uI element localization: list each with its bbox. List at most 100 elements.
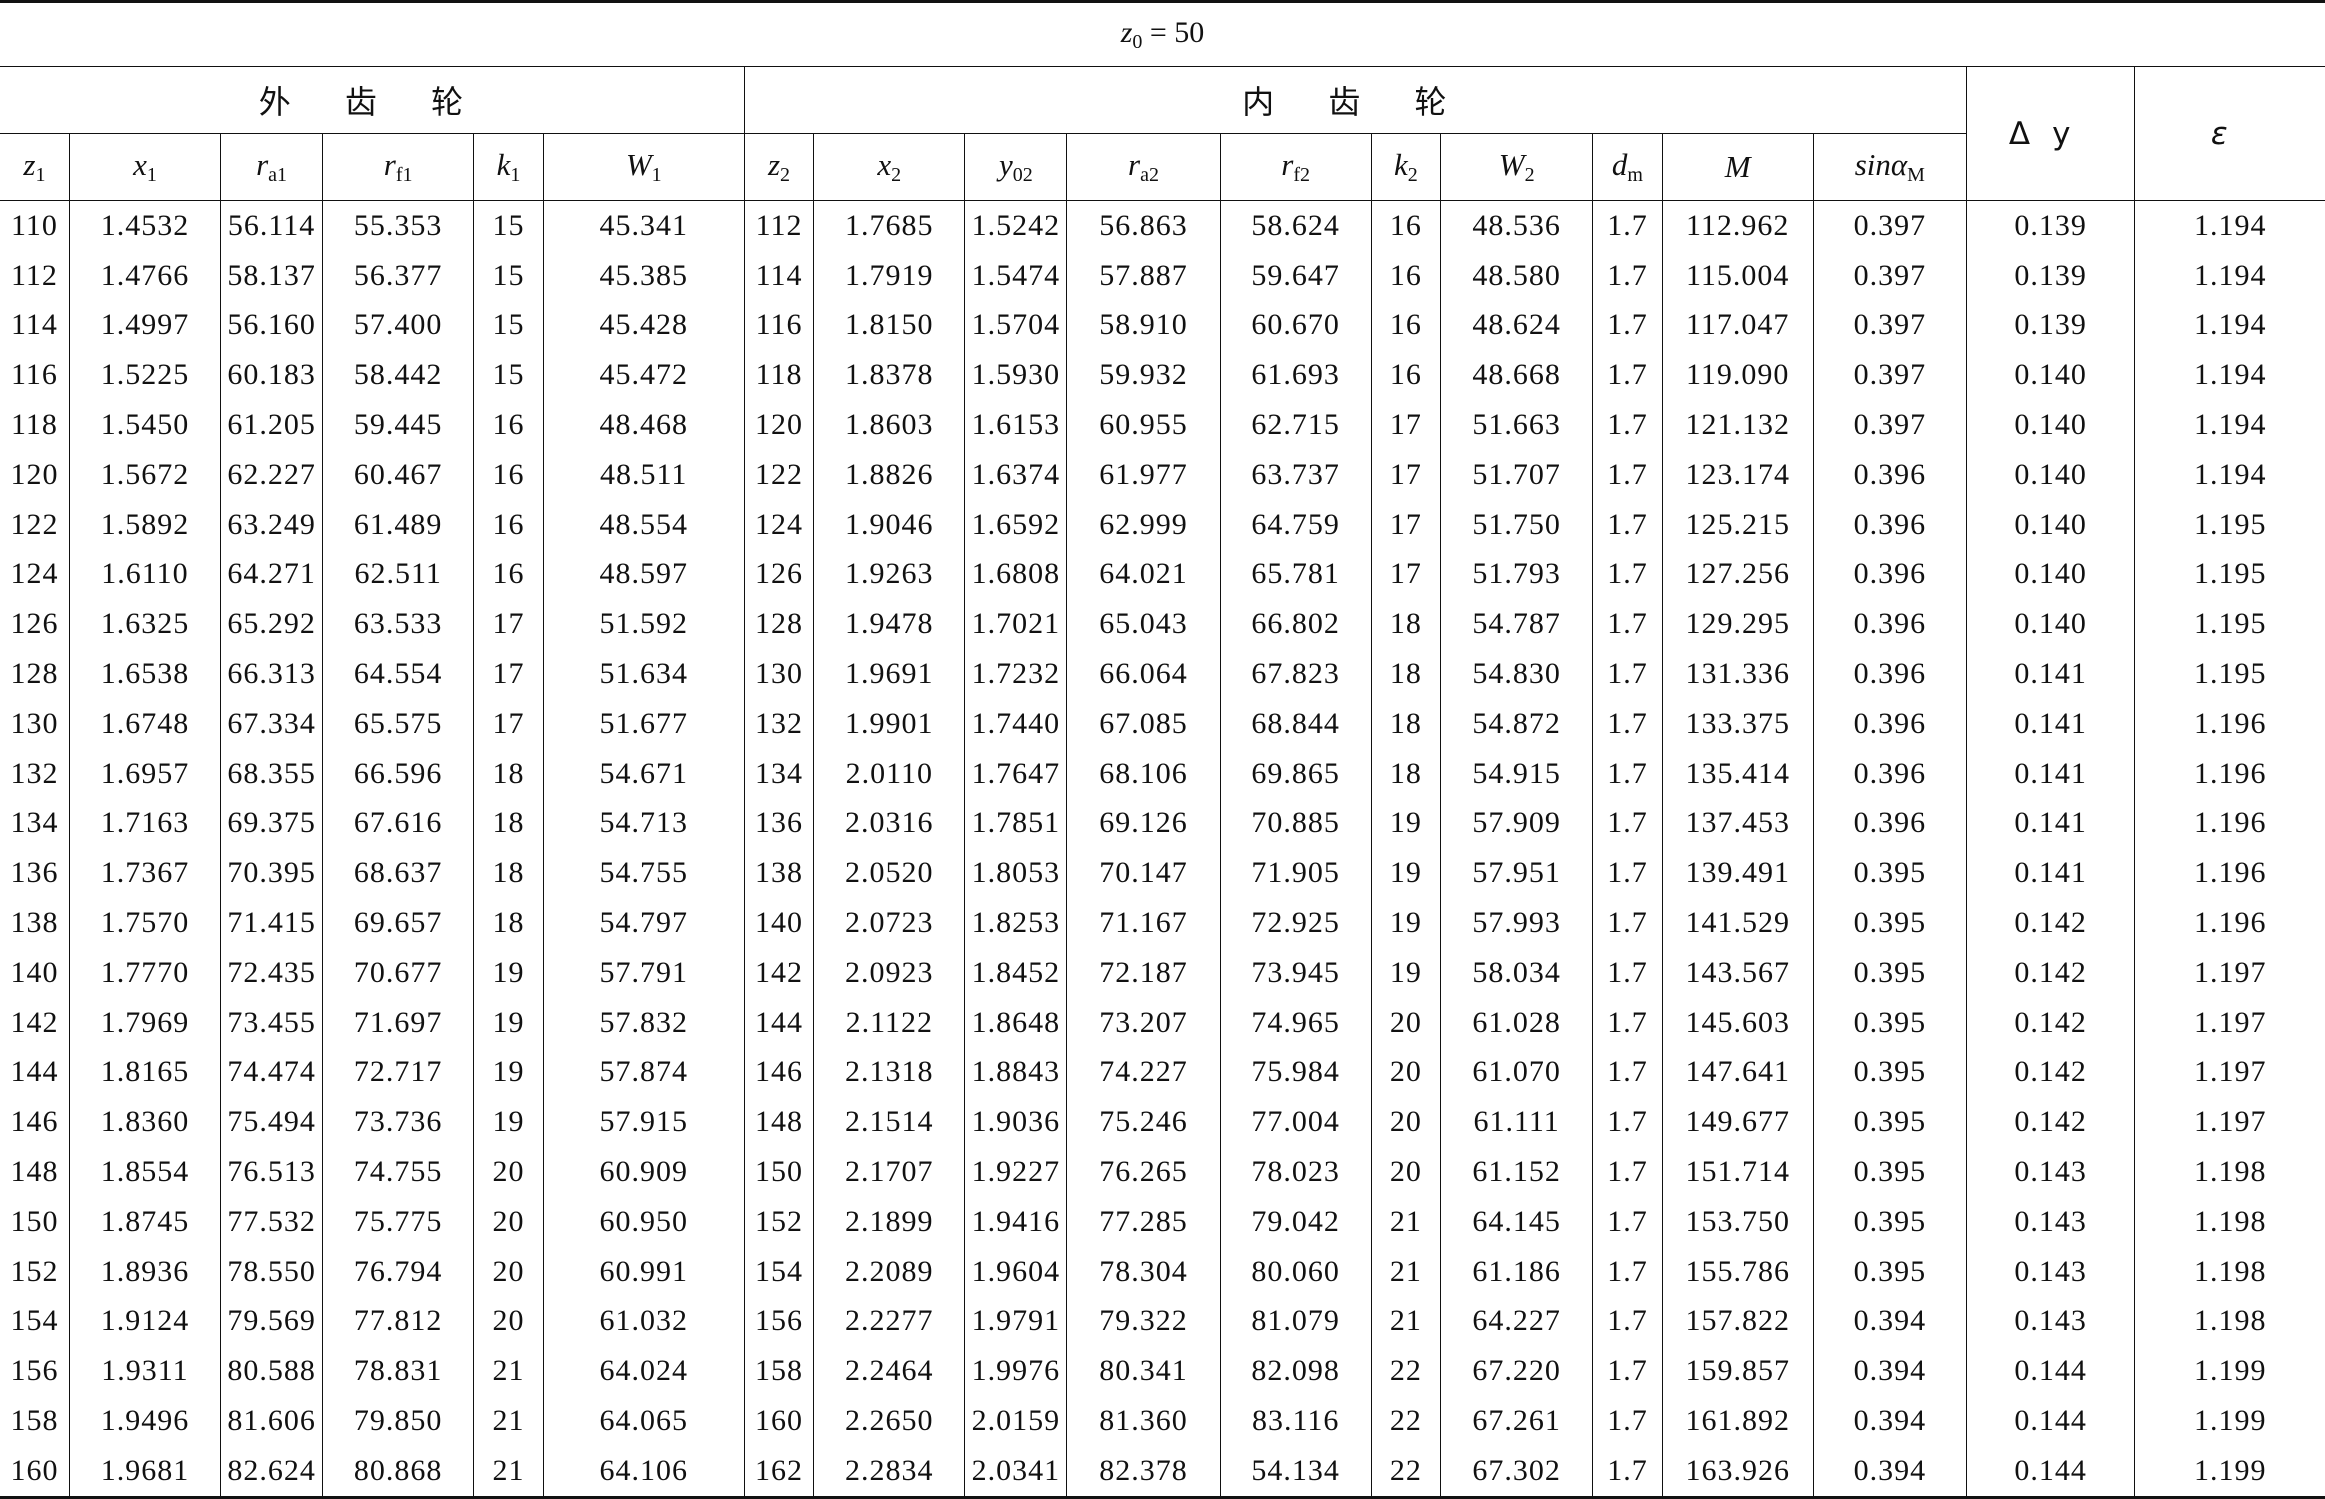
cell-x2: 2.2650 [813, 1396, 966, 1446]
cell-ra1: 79.569 [220, 1296, 324, 1347]
cell-dy: 0.144 [1966, 1396, 2136, 1446]
cell-rf1: 68.637 [322, 848, 475, 899]
cell-y02: 1.8253 [964, 898, 1068, 948]
cell-x2: 2.0520 [813, 848, 966, 899]
cell-rf1: 77.812 [322, 1296, 475, 1347]
cell-dy: 0.140 [1966, 400, 2136, 450]
cell-rf1: 65.575 [322, 698, 475, 749]
cell-rf2: 68.844 [1220, 698, 1372, 749]
cell-dm: 1.7 [1592, 1445, 1663, 1498]
table-title: z0 = 50 [0, 1, 2325, 67]
cell-k1: 16 [473, 449, 544, 500]
cell-dm: 1.7 [1592, 1396, 1663, 1446]
cell-eps: 1.198 [2193, 1204, 2267, 1238]
cell-ra2: 70.147 [1066, 848, 1221, 899]
cell-dm: 1.7 [1592, 1296, 1663, 1347]
cell-z2: 156 [744, 1296, 815, 1347]
col-header-w1: W1 [543, 133, 745, 201]
cell-ra1: 81.606 [220, 1396, 324, 1446]
cell-x2: 2.1122 [813, 997, 966, 1048]
table-row: 134 1.7163 69.375 67.616 18 54.713 136 2.0316 1.… [0, 798, 2325, 849]
table-row: 122 1.5892 63.249 61.489 16 48.554 124 1.9046 1.… [0, 499, 2325, 550]
cell-ra2: 82.378 [1066, 1445, 1221, 1498]
cell-ra2: 66.064 [1066, 649, 1221, 699]
cell-m: 153.750 [1662, 1196, 1814, 1247]
cell-k2: 20 [1371, 1047, 1442, 1098]
cell-rf2: 71.905 [1220, 848, 1372, 899]
cell-z2: 138 [744, 848, 815, 899]
cell-w1: 57.791 [543, 947, 745, 998]
col-header-ra2: ra2 [1066, 133, 1221, 201]
cell-eps: 1.197 [2193, 955, 2267, 989]
cell-k2: 20 [1371, 1147, 1442, 1197]
cell-dy: 0.139 [1966, 200, 2136, 251]
table-row: 124 1.6110 64.271 62.511 16 48.597 126 1.9263 1.… [0, 549, 2325, 600]
cell-ra1: 64.271 [220, 549, 324, 600]
cell-rf1: 62.511 [322, 549, 475, 600]
cell-w1: 45.341 [543, 200, 745, 251]
cell-w2: 67.220 [1440, 1346, 1594, 1397]
cell-z1: 152 [0, 1246, 70, 1297]
cell-rf1: 78.831 [322, 1346, 475, 1397]
cell-eps: 1.199 [2193, 1404, 2267, 1438]
cell-sin-alpha-m: 0.394 [1813, 1396, 1967, 1446]
cell-y02: 1.9416 [964, 1196, 1068, 1247]
cell-z2: 154 [744, 1246, 815, 1297]
cell-k1: 18 [473, 848, 544, 899]
cell-dy: 0.141 [1966, 698, 2136, 749]
cell-dy: 0.141 [1966, 848, 2136, 899]
cell-dm: 1.7 [1592, 1097, 1663, 1148]
cell-z2: 162 [744, 1445, 815, 1498]
cell-eps: 1.194 [2193, 408, 2267, 442]
cell-sin-alpha-m: 0.395 [1813, 848, 1967, 899]
cell-k1: 16 [473, 549, 544, 600]
cell-k2: 17 [1371, 499, 1442, 550]
cell-y02: 1.9791 [964, 1296, 1068, 1347]
cell-ra2: 79.322 [1066, 1296, 1221, 1347]
cell-m: 115.004 [1662, 250, 1814, 301]
cell-dy: 0.143 [1966, 1246, 2136, 1297]
cell-m: 157.822 [1662, 1296, 1814, 1347]
cell-m: 143.567 [1662, 947, 1814, 998]
cell-m: 145.603 [1662, 997, 1814, 1048]
cell-w2: 54.787 [1440, 599, 1594, 650]
cell-eps: 1.196 [2193, 806, 2267, 840]
cell-w1: 51.677 [543, 698, 745, 749]
cell-ra1: 60.183 [220, 350, 324, 401]
cell-w2: 54.830 [1440, 649, 1594, 699]
cell-eps: 1.195 [2193, 607, 2267, 641]
cell-ra2: 60.955 [1066, 400, 1221, 450]
cell-k2: 16 [1371, 350, 1442, 401]
cell-eps: 1.194 [2193, 208, 2267, 242]
cell-sin-alpha-m: 0.396 [1813, 698, 1967, 749]
cell-dy: 0.140 [1966, 350, 2136, 401]
cell-rf2: 61.693 [1220, 350, 1372, 401]
table-row: 142 1.7969 73.455 71.697 19 57.832 144 2.1122 1.… [0, 997, 2325, 1048]
cell-y02: 1.5242 [964, 200, 1068, 251]
cell-x1: 1.6538 [69, 649, 222, 699]
cell-m: 112.962 [1662, 200, 1814, 251]
cell-w1: 57.915 [543, 1097, 745, 1148]
gear-parameter-table: z0 = 50 外 齿 轮 内 齿 轮 Δy ε z1 x1 ra1 rf1 k… [0, 0, 2325, 1499]
cell-x1: 1.8936 [69, 1246, 222, 1297]
cell-ra1: 80.588 [220, 1346, 324, 1397]
cell-w2: 64.227 [1440, 1296, 1594, 1347]
cell-z2: 134 [744, 748, 815, 799]
external-gear-header: 外 齿 轮 [0, 66, 745, 134]
cell-rf2: 83.116 [1220, 1396, 1372, 1446]
cell-k2: 18 [1371, 649, 1442, 699]
col-header-dm: dm [1592, 133, 1663, 201]
cell-rf1: 59.445 [322, 400, 475, 450]
cell-w2: 51.750 [1440, 499, 1594, 550]
cell-y02: 1.6592 [964, 499, 1068, 550]
group-header-row: 外 齿 轮 内 齿 轮 Δy ε [0, 66, 2325, 201]
table-row: 146 1.8360 75.494 73.736 19 57.915 148 2.1514 1.… [0, 1097, 2325, 1148]
table-row: 116 1.5225 60.183 58.442 15 45.472 118 1.8378 1.… [0, 350, 2325, 401]
cell-z1: 156 [0, 1346, 70, 1397]
cell-ra2: 78.304 [1066, 1246, 1221, 1297]
cell-k1: 15 [473, 300, 544, 351]
cell-x2: 2.0110 [813, 748, 966, 799]
cell-sin-alpha-m: 0.395 [1813, 1047, 1967, 1098]
cell-w2: 61.186 [1440, 1246, 1594, 1297]
cell-m: 121.132 [1662, 400, 1814, 450]
